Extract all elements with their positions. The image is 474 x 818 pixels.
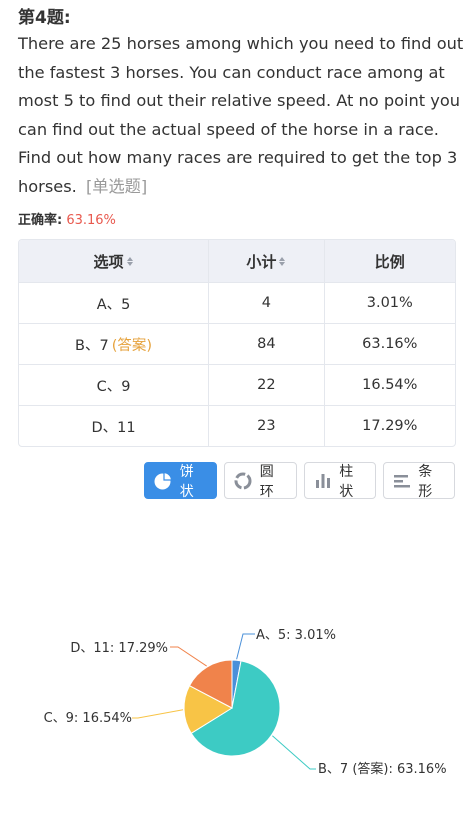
- pie-label-line: [236, 633, 255, 660]
- table-row: D、11 23 17.29%: [19, 405, 455, 446]
- question-text: There are 25 horses among which you need…: [18, 34, 464, 196]
- table-row: A、5 4 3.01%: [19, 282, 455, 323]
- header-ratio-label: 比例: [374, 252, 405, 271]
- tab-pie[interactable]: 饼状: [144, 462, 217, 500]
- sort-icon[interactable]: [279, 256, 286, 266]
- ratio-cell: 17.29%: [323, 406, 455, 446]
- pie-slice-label: A、5: 3.01%: [256, 628, 336, 643]
- pie-slice-label: B、7 (答案): 63.16%: [318, 761, 447, 777]
- option-cell: C、9: [19, 365, 208, 405]
- pie-label-line: [170, 646, 207, 667]
- header-option[interactable]: 选项: [19, 240, 208, 282]
- option-text: B、7: [75, 337, 109, 354]
- header-count-label: 小计: [246, 252, 277, 271]
- question-number: 第4题:: [18, 8, 71, 28]
- results-table: 选项 小计 比例 A、5 4 3.01% B、7 (答案) 84 63.16% C…: [18, 239, 456, 447]
- tab-ring-label: 圆环: [259, 463, 274, 500]
- header-ratio: 比例: [323, 240, 455, 282]
- ratio-cell: 63.16%: [323, 324, 455, 364]
- pie-label-line: [132, 709, 184, 719]
- option-text: D、11: [91, 419, 136, 436]
- accuracy-label: 正确率:: [18, 213, 63, 228]
- tab-bar-label: 柱状: [339, 463, 354, 500]
- tab-pie-label: 饼状: [179, 463, 194, 500]
- count-cell: 84: [208, 324, 323, 364]
- option-cell: B、7 (答案): [19, 324, 208, 364]
- table-row: B、7 (答案) 84 63.16%: [19, 323, 455, 364]
- chart-type-tabs: 饼状 圆环 柱状 条形: [144, 462, 455, 500]
- table-header: 选项 小计 比例: [19, 240, 455, 282]
- option-text: A、5: [96, 296, 131, 313]
- question-text-block: There are 25 horses among which you need…: [18, 30, 464, 202]
- count-cell: 4: [208, 283, 323, 323]
- pie-chart: A、5: 3.01% B、7 (答案): 63.16% C、9: 16.54% D、1…: [44, 628, 447, 777]
- accuracy-row: 正确率: 63.16%: [18, 209, 116, 228]
- answer-tag: (答案): [111, 337, 153, 354]
- pie-chart-icon: [153, 470, 174, 492]
- ratio-cell: 16.54%: [323, 365, 455, 405]
- option-cell: D、11: [19, 406, 208, 446]
- header-count[interactable]: 小计: [208, 240, 323, 282]
- table-row: C、9 22 16.54%: [19, 364, 455, 405]
- tab-strip-label: 条形: [418, 463, 433, 500]
- count-cell: 23: [208, 406, 323, 446]
- option-cell: A、5: [19, 283, 208, 323]
- sort-icon[interactable]: [126, 256, 134, 266]
- pie-slice-label: C、9: 16.54%: [44, 711, 132, 726]
- tab-ring[interactable]: 圆环: [224, 462, 297, 500]
- bar-chart-icon: [313, 470, 333, 492]
- header-option-label: 选项: [93, 252, 124, 271]
- option-text: C、9: [96, 378, 131, 395]
- tab-strip[interactable]: 条形: [383, 462, 455, 500]
- strip-chart-icon: [392, 470, 412, 492]
- ring-chart-icon: [233, 470, 254, 492]
- count-cell: 22: [208, 365, 323, 405]
- tab-bar[interactable]: 柱状: [304, 462, 376, 500]
- ratio-cell: 3.01%: [323, 283, 455, 323]
- pie-slice-label: D、11: 17.29%: [70, 641, 168, 656]
- pie-label-line: [272, 735, 316, 770]
- accuracy-value: 63.16%: [66, 213, 116, 228]
- question-type-tag: [单选题]: [85, 176, 148, 196]
